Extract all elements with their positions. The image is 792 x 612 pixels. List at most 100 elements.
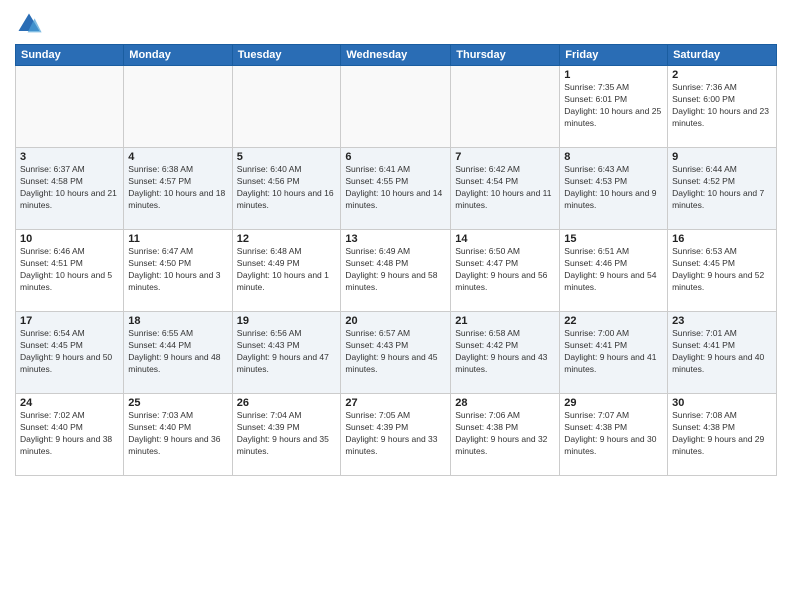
- day-info: Sunrise: 7:00 AM Sunset: 4:41 PM Dayligh…: [564, 328, 663, 376]
- day-number: 26: [237, 397, 337, 409]
- day-number: 18: [128, 315, 227, 327]
- day-info: Sunrise: 6:37 AM Sunset: 4:58 PM Dayligh…: [20, 164, 119, 212]
- day-number: 19: [237, 315, 337, 327]
- calendar-cell: [16, 66, 124, 148]
- calendar-cell: 24Sunrise: 7:02 AM Sunset: 4:40 PM Dayli…: [16, 394, 124, 476]
- day-number: 15: [564, 233, 663, 245]
- calendar-cell: 26Sunrise: 7:04 AM Sunset: 4:39 PM Dayli…: [232, 394, 341, 476]
- calendar-cell: 11Sunrise: 6:47 AM Sunset: 4:50 PM Dayli…: [124, 230, 232, 312]
- header-day: Saturday: [668, 45, 777, 66]
- calendar-cell: 2Sunrise: 7:36 AM Sunset: 6:00 PM Daylig…: [668, 66, 777, 148]
- day-info: Sunrise: 6:54 AM Sunset: 4:45 PM Dayligh…: [20, 328, 119, 376]
- calendar-cell: 18Sunrise: 6:55 AM Sunset: 4:44 PM Dayli…: [124, 312, 232, 394]
- day-number: 30: [672, 397, 772, 409]
- calendar: SundayMondayTuesdayWednesdayThursdayFrid…: [15, 44, 777, 476]
- day-number: 23: [672, 315, 772, 327]
- day-info: Sunrise: 7:35 AM Sunset: 6:01 PM Dayligh…: [564, 82, 663, 130]
- calendar-cell: 30Sunrise: 7:08 AM Sunset: 4:38 PM Dayli…: [668, 394, 777, 476]
- day-number: 3: [20, 151, 119, 163]
- calendar-cell: 23Sunrise: 7:01 AM Sunset: 4:41 PM Dayli…: [668, 312, 777, 394]
- day-info: Sunrise: 6:55 AM Sunset: 4:44 PM Dayligh…: [128, 328, 227, 376]
- day-info: Sunrise: 6:47 AM Sunset: 4:50 PM Dayligh…: [128, 246, 227, 294]
- day-info: Sunrise: 6:40 AM Sunset: 4:56 PM Dayligh…: [237, 164, 337, 212]
- header-day: Thursday: [451, 45, 560, 66]
- calendar-week: 10Sunrise: 6:46 AM Sunset: 4:51 PM Dayli…: [16, 230, 777, 312]
- calendar-cell: [451, 66, 560, 148]
- day-info: Sunrise: 7:03 AM Sunset: 4:40 PM Dayligh…: [128, 410, 227, 458]
- calendar-cell: 5Sunrise: 6:40 AM Sunset: 4:56 PM Daylig…: [232, 148, 341, 230]
- calendar-cell: 13Sunrise: 6:49 AM Sunset: 4:48 PM Dayli…: [341, 230, 451, 312]
- calendar-cell: 15Sunrise: 6:51 AM Sunset: 4:46 PM Dayli…: [560, 230, 668, 312]
- calendar-cell: 25Sunrise: 7:03 AM Sunset: 4:40 PM Dayli…: [124, 394, 232, 476]
- day-info: Sunrise: 6:51 AM Sunset: 4:46 PM Dayligh…: [564, 246, 663, 294]
- calendar-week: 3Sunrise: 6:37 AM Sunset: 4:58 PM Daylig…: [16, 148, 777, 230]
- day-number: 17: [20, 315, 119, 327]
- day-number: 16: [672, 233, 772, 245]
- calendar-cell: 9Sunrise: 6:44 AM Sunset: 4:52 PM Daylig…: [668, 148, 777, 230]
- day-number: 14: [455, 233, 555, 245]
- day-number: 5: [237, 151, 337, 163]
- header-day: Wednesday: [341, 45, 451, 66]
- day-number: 2: [672, 69, 772, 81]
- calendar-cell: 3Sunrise: 6:37 AM Sunset: 4:58 PM Daylig…: [16, 148, 124, 230]
- header-day: Tuesday: [232, 45, 341, 66]
- day-number: 9: [672, 151, 772, 163]
- calendar-week: 1Sunrise: 7:35 AM Sunset: 6:01 PM Daylig…: [16, 66, 777, 148]
- calendar-cell: 22Sunrise: 7:00 AM Sunset: 4:41 PM Dayli…: [560, 312, 668, 394]
- calendar-cell: 6Sunrise: 6:41 AM Sunset: 4:55 PM Daylig…: [341, 148, 451, 230]
- day-info: Sunrise: 6:56 AM Sunset: 4:43 PM Dayligh…: [237, 328, 337, 376]
- day-number: 20: [345, 315, 446, 327]
- calendar-cell: 17Sunrise: 6:54 AM Sunset: 4:45 PM Dayli…: [16, 312, 124, 394]
- calendar-cell: 20Sunrise: 6:57 AM Sunset: 4:43 PM Dayli…: [341, 312, 451, 394]
- day-info: Sunrise: 7:05 AM Sunset: 4:39 PM Dayligh…: [345, 410, 446, 458]
- day-number: 25: [128, 397, 227, 409]
- day-info: Sunrise: 6:46 AM Sunset: 4:51 PM Dayligh…: [20, 246, 119, 294]
- day-number: 13: [345, 233, 446, 245]
- calendar-cell: 14Sunrise: 6:50 AM Sunset: 4:47 PM Dayli…: [451, 230, 560, 312]
- calendar-cell: [232, 66, 341, 148]
- calendar-cell: 10Sunrise: 6:46 AM Sunset: 4:51 PM Dayli…: [16, 230, 124, 312]
- day-info: Sunrise: 6:44 AM Sunset: 4:52 PM Dayligh…: [672, 164, 772, 212]
- calendar-week: 17Sunrise: 6:54 AM Sunset: 4:45 PM Dayli…: [16, 312, 777, 394]
- day-info: Sunrise: 7:01 AM Sunset: 4:41 PM Dayligh…: [672, 328, 772, 376]
- logo: [15, 10, 47, 38]
- header: [15, 10, 777, 38]
- calendar-cell: 19Sunrise: 6:56 AM Sunset: 4:43 PM Dayli…: [232, 312, 341, 394]
- day-info: Sunrise: 6:48 AM Sunset: 4:49 PM Dayligh…: [237, 246, 337, 294]
- day-number: 21: [455, 315, 555, 327]
- calendar-cell: 8Sunrise: 6:43 AM Sunset: 4:53 PM Daylig…: [560, 148, 668, 230]
- day-number: 11: [128, 233, 227, 245]
- calendar-cell: 16Sunrise: 6:53 AM Sunset: 4:45 PM Dayli…: [668, 230, 777, 312]
- day-info: Sunrise: 7:04 AM Sunset: 4:39 PM Dayligh…: [237, 410, 337, 458]
- day-info: Sunrise: 7:36 AM Sunset: 6:00 PM Dayligh…: [672, 82, 772, 130]
- calendar-cell: 12Sunrise: 6:48 AM Sunset: 4:49 PM Dayli…: [232, 230, 341, 312]
- day-number: 6: [345, 151, 446, 163]
- day-info: Sunrise: 6:49 AM Sunset: 4:48 PM Dayligh…: [345, 246, 446, 294]
- day-number: 27: [345, 397, 446, 409]
- day-number: 28: [455, 397, 555, 409]
- day-number: 8: [564, 151, 663, 163]
- day-info: Sunrise: 6:53 AM Sunset: 4:45 PM Dayligh…: [672, 246, 772, 294]
- header-day: Monday: [124, 45, 232, 66]
- day-number: 29: [564, 397, 663, 409]
- day-info: Sunrise: 6:43 AM Sunset: 4:53 PM Dayligh…: [564, 164, 663, 212]
- day-number: 24: [20, 397, 119, 409]
- day-info: Sunrise: 6:57 AM Sunset: 4:43 PM Dayligh…: [345, 328, 446, 376]
- day-info: Sunrise: 6:42 AM Sunset: 4:54 PM Dayligh…: [455, 164, 555, 212]
- header-day: Friday: [560, 45, 668, 66]
- day-info: Sunrise: 7:07 AM Sunset: 4:38 PM Dayligh…: [564, 410, 663, 458]
- header-row: SundayMondayTuesdayWednesdayThursdayFrid…: [16, 45, 777, 66]
- day-info: Sunrise: 6:41 AM Sunset: 4:55 PM Dayligh…: [345, 164, 446, 212]
- day-info: Sunrise: 6:38 AM Sunset: 4:57 PM Dayligh…: [128, 164, 227, 212]
- calendar-body: 1Sunrise: 7:35 AM Sunset: 6:01 PM Daylig…: [16, 66, 777, 476]
- calendar-week: 24Sunrise: 7:02 AM Sunset: 4:40 PM Dayli…: [16, 394, 777, 476]
- calendar-cell: [341, 66, 451, 148]
- day-info: Sunrise: 7:08 AM Sunset: 4:38 PM Dayligh…: [672, 410, 772, 458]
- page: SundayMondayTuesdayWednesdayThursdayFrid…: [0, 0, 792, 612]
- day-number: 1: [564, 69, 663, 81]
- logo-icon: [15, 10, 43, 38]
- calendar-cell: [124, 66, 232, 148]
- calendar-cell: 28Sunrise: 7:06 AM Sunset: 4:38 PM Dayli…: [451, 394, 560, 476]
- calendar-cell: 27Sunrise: 7:05 AM Sunset: 4:39 PM Dayli…: [341, 394, 451, 476]
- calendar-cell: 7Sunrise: 6:42 AM Sunset: 4:54 PM Daylig…: [451, 148, 560, 230]
